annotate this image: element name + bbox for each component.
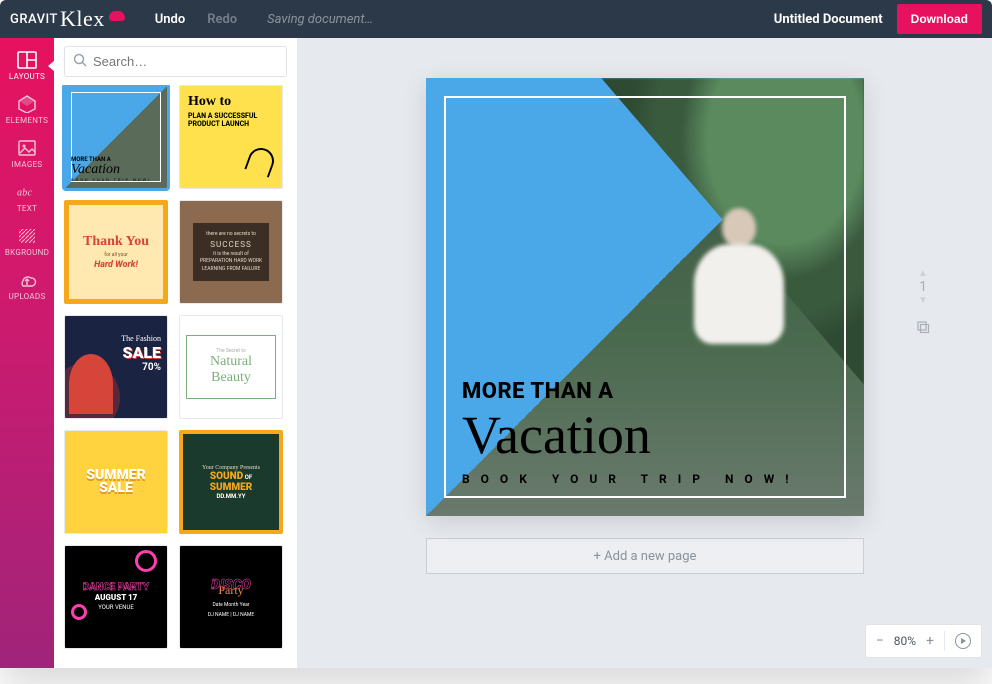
- images-icon: [17, 139, 37, 157]
- duplicate-page-icon[interactable]: [916, 320, 930, 338]
- search-box[interactable]: [64, 46, 287, 77]
- logo: GRAVIT Klex: [10, 6, 125, 32]
- nav-images[interactable]: IMAGES: [0, 132, 54, 176]
- layout-thumb-sale[interactable]: The Fashion SALE 70%: [64, 315, 168, 419]
- svg-text:abc: abc: [17, 187, 33, 198]
- add-page-button[interactable]: + Add a new page: [426, 538, 864, 574]
- app-root: GRAVIT Klex Undo Redo Saving document… U…: [0, 0, 992, 668]
- canvas-script: Vacation: [462, 408, 828, 462]
- canvas-area: MORE THAN A Vacation BOOK YOUR TRIP NOW!…: [298, 38, 992, 668]
- undo-button[interactable]: Undo: [155, 12, 185, 27]
- layout-thumb-beauty[interactable]: The Secret to Natural Beauty: [179, 315, 283, 419]
- canvas-tagline: BOOK YOUR TRIP NOW!: [462, 472, 828, 486]
- nav-images-label: IMAGES: [12, 160, 43, 169]
- topbar: GRAVIT Klex Undo Redo Saving document… U…: [0, 0, 992, 38]
- background-icon: [17, 227, 37, 245]
- lamp-icon: [244, 144, 277, 177]
- redo-button[interactable]: Redo: [207, 12, 237, 27]
- saving-status: Saving document…: [267, 12, 373, 27]
- nav-layouts-label: LAYOUTS: [9, 72, 45, 81]
- text-icon: abc: [17, 183, 37, 201]
- download-button[interactable]: Download: [897, 4, 982, 34]
- elements-icon: [17, 95, 37, 113]
- lips-icon: [109, 11, 125, 21]
- nav-background-label: BKGROUND: [5, 248, 49, 257]
- search-wrap: [54, 38, 297, 85]
- layout-thumb-dance-party[interactable]: DANCE PARTY AUGUST 17 YOUR VENUE: [64, 545, 168, 649]
- layout-thumb-vacation[interactable]: MORE THAN A Vacation BOOK YOUR TRIP NOW!: [64, 85, 168, 189]
- nav-uploads[interactable]: UPLOADS: [0, 264, 54, 308]
- page-down-icon[interactable]: ▼: [916, 295, 930, 306]
- canvas-text-block[interactable]: MORE THAN A Vacation BOOK YOUR TRIP NOW!: [462, 379, 828, 486]
- uploads-icon: [17, 271, 37, 289]
- main-area: LAYOUTS ELEMENTS IMAGES abc TEXT: [0, 38, 992, 668]
- zoom-value[interactable]: 80%: [894, 634, 916, 648]
- search-input[interactable]: [93, 54, 278, 69]
- canvas-page-1[interactable]: MORE THAN A Vacation BOOK YOUR TRIP NOW!: [426, 78, 864, 516]
- document-title[interactable]: Untitled Document: [774, 12, 883, 27]
- layout-thumb-success[interactable]: there are no secrets to SUCCESS it is th…: [179, 200, 283, 304]
- logo-text-1: GRAVIT: [10, 12, 58, 27]
- nav-text[interactable]: abc TEXT: [0, 176, 54, 220]
- left-nav: LAYOUTS ELEMENTS IMAGES abc TEXT: [0, 38, 54, 668]
- zoom-out-button[interactable]: −: [876, 633, 884, 649]
- logo-text-2: Klex: [60, 6, 105, 32]
- zoom-in-button[interactable]: +: [926, 633, 934, 649]
- page-up-icon[interactable]: ▲: [916, 268, 930, 279]
- layout-thumb-disco-party[interactable]: DISCO Party Date Month Year DJ NAME | DJ…: [179, 545, 283, 649]
- zoom-bar: − 80% +: [865, 624, 982, 658]
- layout-thumb-summer-sale[interactable]: SUMMER SALE: [64, 430, 168, 534]
- presentation-play-icon[interactable]: [955, 633, 971, 649]
- layout-thumb-thankyou[interactable]: Thank You for all your Hard Work!: [64, 200, 168, 304]
- canvas-heading: MORE THAN A: [462, 379, 828, 404]
- layout-thumb-sound-summer[interactable]: Your Company Presents SOUND OF SUMMER DD…: [179, 430, 283, 534]
- nav-text-label: TEXT: [17, 204, 37, 213]
- page-indicator: ▲ 1 ▼: [916, 268, 930, 338]
- layouts-icon: [17, 51, 37, 69]
- layout-thumbnails: MORE THAN A Vacation BOOK YOUR TRIP NOW!…: [54, 85, 297, 668]
- nav-elements-label: ELEMENTS: [6, 116, 48, 125]
- side-panel: MORE THAN A Vacation BOOK YOUR TRIP NOW!…: [54, 38, 298, 668]
- nav-uploads-label: UPLOADS: [8, 292, 45, 301]
- nav-layouts[interactable]: LAYOUTS: [0, 44, 54, 88]
- search-icon: [73, 52, 87, 71]
- page-number: 1: [919, 279, 927, 295]
- nav-background[interactable]: BKGROUND: [0, 220, 54, 264]
- undo-redo-group: Undo Redo: [155, 12, 237, 27]
- layout-thumb-howto[interactable]: How to PLAN A SUCCESSFUL PRODUCT LAUNCH: [179, 85, 283, 189]
- nav-elements[interactable]: ELEMENTS: [0, 88, 54, 132]
